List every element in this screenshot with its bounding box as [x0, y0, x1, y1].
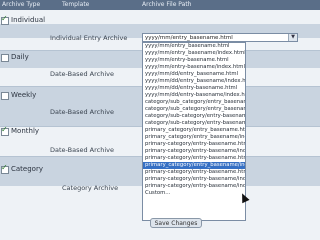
dropdown-option[interactable]: yyyy/mm/dd/entry-basename.html: [143, 85, 245, 92]
dropdown-option[interactable]: primary_category/entry_basename/index.ht…: [143, 162, 245, 169]
dropdown-option[interactable]: primary_category/entry_basename/index.ht…: [143, 134, 245, 141]
type-category-label: Category: [11, 165, 43, 173]
dropdown-option[interactable]: Custom...: [143, 190, 245, 197]
dropdown-option[interactable]: primary-category/entry-basename/index.ht…: [143, 148, 245, 155]
dropdown-option[interactable]: yyyy/mm/dd/entry-basename/index.html: [143, 92, 245, 99]
col-archive-path: Archive File Path: [142, 1, 192, 8]
dropdown-option[interactable]: yyyy/mm/entry-basename/index.html: [143, 64, 245, 71]
type-monthly-label: Monthly: [11, 127, 40, 135]
archive-path-dropdown[interactable]: yyyy/mm/entry_basename.html yyyy/mm/entry…: [142, 42, 246, 221]
type-daily-label: Daily: [11, 53, 29, 61]
template-category-label: Category Archive: [62, 184, 119, 192]
dropdown-option[interactable]: yyyy/mm/entry-basename.html: [143, 57, 245, 64]
dropdown-option[interactable]: primary-category/entry-basename/index.ht…: [143, 183, 245, 190]
dropdown-option[interactable]: category/sub-category/entry-basename.htm…: [143, 113, 245, 120]
dropdown-option[interactable]: category/sub_category/entry_basename/ind…: [143, 106, 245, 113]
dropdown-option[interactable]: primary-category/entry-basename.html: [143, 155, 245, 162]
dropdown-option[interactable]: yyyy/mm/dd/entry_basename/index.html: [143, 78, 245, 85]
dropdown-option[interactable]: primary-category/entry-basename.html: [143, 169, 245, 176]
dropdown-option[interactable]: primary-category/entry-basename.html: [143, 141, 245, 148]
template-individual-label: Individual Entry Archive: [50, 34, 128, 42]
monthly-checkbox[interactable]: [1, 125, 9, 136]
type-weekly-label: Weekly: [11, 91, 37, 99]
select-value: yyyy/mm/entry_basename.html: [145, 35, 233, 41]
template-daily-label: Date-Based Archive: [50, 70, 114, 78]
dropdown-option[interactable]: category/sub-category/entry-basename/ind…: [143, 120, 245, 127]
daily-checkbox[interactable]: [1, 54, 9, 62]
col-template: Template: [62, 1, 90, 8]
dropdown-option[interactable]: primary_category/entry_basename.html: [143, 127, 245, 134]
archive-path-select[interactable]: yyyy/mm/entry_basename.html ▼: [142, 33, 298, 42]
dropdown-option[interactable]: primary-category/entry-basename/index.ht…: [143, 176, 245, 183]
dropdown-option[interactable]: yyyy/mm/entry_basename/index.html: [143, 50, 245, 57]
template-weekly-label: Date-Based Archive: [50, 108, 114, 116]
dropdown-option[interactable]: yyyy/mm/entry_basename.html: [143, 43, 245, 50]
dropdown-option[interactable]: yyyy/mm/dd/entry_basename.html: [143, 71, 245, 78]
template-monthly-label: Date-Based Archive: [50, 146, 114, 154]
individual-checkbox[interactable]: [1, 14, 9, 25]
chevron-down-icon[interactable]: ▼: [288, 34, 297, 41]
save-changes-button[interactable]: Save Changes: [150, 218, 202, 228]
table-header: Archive Type Template Archive File Path: [0, 0, 320, 10]
type-individual-label: Individual: [11, 16, 46, 24]
col-archive-type: Archive Type: [2, 1, 41, 8]
category-checkbox[interactable]: [1, 163, 9, 174]
weekly-checkbox[interactable]: [1, 92, 9, 100]
dropdown-option[interactable]: category/sub_category/entry_basename.htm…: [143, 99, 245, 106]
